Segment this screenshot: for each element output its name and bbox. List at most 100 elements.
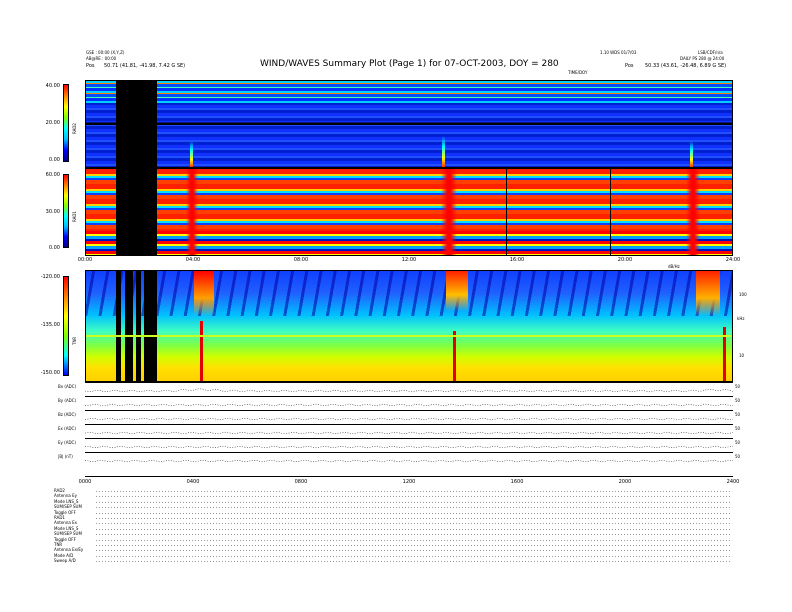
- time-plot-trace: [85, 431, 733, 435]
- rad1-low-band: [86, 231, 732, 255]
- header-left-pos-value: 50.71 (41.81, -41.98, 7.42 G SE): [104, 63, 186, 69]
- info-dots: [96, 539, 732, 541]
- tnr-tick-top: -120.00: [40, 274, 60, 280]
- tnr-tick-mid: -135.00: [40, 322, 60, 328]
- info-dots: [96, 555, 732, 557]
- time-bottom-tick-4: 1600: [510, 479, 524, 485]
- rad1-colorbar: [63, 174, 69, 248]
- header-left-pos-label: Pos: [86, 63, 95, 69]
- rad2-burst-2: [442, 136, 445, 167]
- time-plot-trace: [85, 388, 733, 393]
- time-plot-row: [85, 396, 733, 409]
- tnr-colorbar: [63, 276, 69, 376]
- info-dots: [96, 512, 732, 514]
- info-dots: [96, 545, 732, 546]
- tnr-gap-1: [116, 271, 121, 381]
- rad2-burst-3: [690, 141, 693, 167]
- rad1-tick-mid: 30.00: [45, 209, 60, 215]
- info-dots: [96, 528, 732, 530]
- tnr-gap-3: [136, 271, 141, 381]
- time-bottom-tick-3: 1200: [402, 479, 416, 485]
- time-bottom-tick-6: 2400: [726, 479, 740, 485]
- header-right-line1: LSB/CDF/n/a: [698, 50, 723, 55]
- rad1-line-1: [506, 169, 507, 255]
- time-plot-line: [85, 403, 733, 407]
- info-line: Mode LNS_S: [54, 525, 79, 531]
- time-plot-right-tick: 50: [735, 454, 741, 459]
- rad2-burst-1: [190, 141, 193, 167]
- tnr-tick-bot: -150.00: [40, 370, 60, 376]
- info-line: Antenna Ex/Ey: [54, 547, 84, 553]
- time-tick-1: 04:00: [185, 257, 201, 263]
- info-line: RAD2: [54, 488, 65, 493]
- info-line: SUM/SEP SUM: [54, 504, 82, 510]
- time-tick-3: 12:00: [401, 257, 417, 263]
- info-line: Mode A/D: [54, 552, 74, 558]
- rad2-colorbar: [63, 84, 69, 162]
- time-axis-bottom: 0000 0400 0800 1200 1600 2000 2400: [79, 476, 739, 487]
- info-line: RAD1: [54, 515, 65, 520]
- time-plot-line: [85, 417, 733, 421]
- time-plot-row: [85, 438, 733, 451]
- header-right-pos-label: Pos: [625, 63, 634, 69]
- time-plot-trace: [85, 459, 733, 463]
- rad1-burst-2: [441, 169, 457, 255]
- tnr-top-right-label: dB/Hz: [668, 264, 680, 269]
- rad1-burst-1: [186, 169, 198, 255]
- rad1-line-2: [610, 169, 611, 255]
- info-line: Toggle OFF: [54, 509, 76, 515]
- time-plot-label: Ex (ADC): [58, 426, 76, 431]
- time-plot-right-tick: 50: [735, 398, 741, 403]
- rad2-top-band: [86, 81, 732, 103]
- time-plot-trace: [85, 403, 733, 407]
- top-mid-label: TIME/DOY: [568, 70, 588, 75]
- rad2-spectrogram: [85, 80, 733, 168]
- time-axis-top: 00:00 04:00 08:00 12:00 16:00 20:00 24:0…: [78, 257, 740, 267]
- rad2-label: RAD2: [72, 123, 77, 134]
- info-dots: [96, 518, 732, 519]
- time-plot-label: Ey (ADC): [58, 440, 76, 445]
- info-dots: [96, 561, 732, 563]
- tnr-band: [86, 335, 732, 337]
- rad2-tick-mid: 20.00: [45, 120, 60, 126]
- time-plot-label: By (ADC): [58, 398, 77, 403]
- info-line: SUM/SEP SUM: [54, 531, 82, 537]
- time-plot-row: [85, 382, 733, 395]
- time-plot-label: |B| (nT): [58, 454, 73, 459]
- tnr-label: TNR: [72, 336, 77, 345]
- rad2-data-gap: [116, 81, 157, 167]
- header-right-pos-value: 50.33 (43.61, -26.48, 6.89 G SE): [645, 63, 727, 69]
- header-right-line3: DAILY PS 280 @ 24:00: [680, 56, 725, 61]
- time-plot-label: Bz (ADC): [58, 412, 76, 417]
- rad2-tick-bot: 0.00: [48, 157, 60, 163]
- time-bottom-tick-2: 0800: [294, 479, 308, 485]
- rad2-tick-top: 40.00: [45, 83, 60, 89]
- info-dots: [96, 550, 732, 552]
- time-bottom-tick-0: 0000: [78, 479, 92, 485]
- time-plot-right-tick: 50: [735, 384, 741, 389]
- time-tick-2: 08:00: [293, 257, 309, 263]
- rad1-tick-top: 60.00: [45, 172, 60, 178]
- header-left-line2: AB@RE : 00:00: [86, 56, 117, 61]
- time-plot-row: [85, 410, 733, 423]
- time-plot-right-tick: 50: [735, 426, 741, 431]
- info-dots: [96, 534, 732, 536]
- tnr-spike-2: [453, 331, 456, 381]
- time-plot-line: [85, 431, 733, 435]
- time-bottom-tick-5: 2000: [618, 479, 632, 485]
- rad1-data-gap: [116, 169, 157, 255]
- info-dots: [96, 507, 732, 509]
- info-dots: [96, 496, 732, 498]
- header-left-line1: GSE : 00:00 (X,Y,Z): [86, 50, 125, 55]
- header-right-line2: 1.10 WDS 01/7/03: [600, 50, 637, 55]
- info-line: Toggle OFF: [54, 536, 76, 542]
- info-line: Sweep A/D: [54, 558, 76, 564]
- time-plot-trace: [85, 417, 733, 421]
- time-plot-line: [85, 445, 733, 449]
- info-dots: [96, 523, 732, 525]
- tnr-right-tick-100: 100: [739, 292, 747, 297]
- time-plot-right-tick: 50: [735, 440, 741, 445]
- tnr-gap-2: [125, 271, 133, 381]
- info-dots: [96, 491, 732, 492]
- time-plot-trace: [85, 445, 733, 449]
